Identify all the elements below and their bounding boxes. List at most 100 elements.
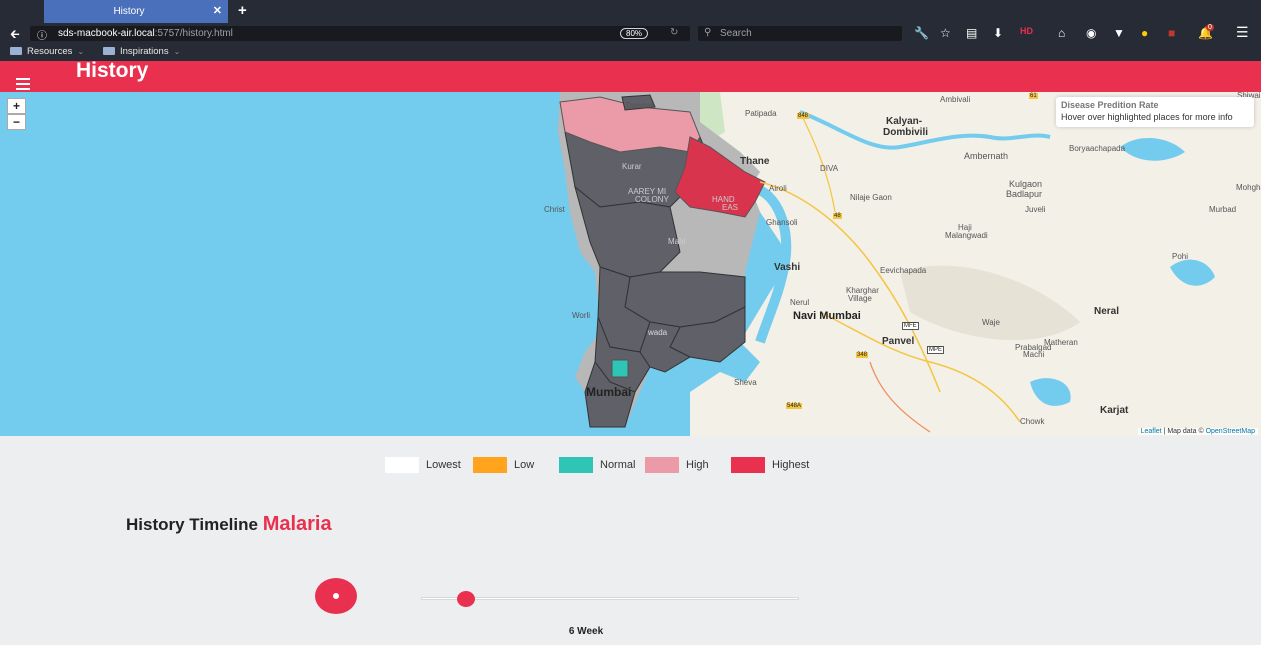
reload-icon[interactable]: ↻ (670, 27, 678, 38)
map-label-murbad: Murbad (1209, 205, 1237, 214)
tab-close-icon[interactable]: ✕ (213, 4, 222, 17)
timeline-title-text: History Timeline (126, 515, 258, 534)
map-label-waje: Waje (982, 318, 1000, 327)
osm-link[interactable]: OpenStreetMap (1206, 428, 1255, 435)
map-label-ghansoli: Ghansoli (766, 218, 798, 227)
map-label-chowk: Chowk (1020, 417, 1045, 426)
legend-item-low: Low (473, 457, 534, 473)
timeline-disease-name: Malaria (262, 513, 332, 535)
map-label-airoli: Airoli (769, 184, 787, 193)
legend-label: High (686, 459, 709, 471)
road-badge-48: 48 (833, 213, 842, 219)
home-icon[interactable]: ⌂ (1058, 26, 1065, 40)
ublock-icon[interactable]: ■ (1168, 26, 1175, 40)
bookmark-folder-resources[interactable]: Resources ⌄ (10, 46, 84, 57)
map-label-diva: DIVA (820, 164, 839, 173)
star-icon[interactable]: ☆ (940, 26, 951, 40)
folder-icon (103, 47, 115, 55)
map-label-kurar: Kurar (622, 162, 642, 171)
download-icon[interactable]: ⬇ (993, 26, 1003, 40)
tab-title: History (113, 6, 145, 17)
map-label-dahisar: Dahisar (626, 101, 654, 110)
timeline-play-button[interactable] (315, 578, 357, 614)
search-placeholder: Search (720, 28, 752, 39)
map-label-mahul: Mahl (668, 237, 686, 246)
pocket-icon[interactable]: ▼ (1113, 26, 1125, 40)
info-box-hint: Hover over highlighted places for more i… (1061, 112, 1233, 122)
map-label-juveli: Juveli (1025, 205, 1046, 214)
browser-menu-icon[interactable]: ☰ (1236, 24, 1249, 41)
road-badge-mpe: MPE (927, 346, 945, 354)
road-badge-548a: 548A (786, 403, 803, 409)
browser-tab-bar: History ✕ + (0, 0, 1261, 23)
map-attribution: Leaflet | Map data © OpenStreetMap (1137, 428, 1258, 435)
reader-icon[interactable]: ▤ (966, 26, 977, 40)
map-label-christ: Christ (544, 205, 565, 214)
zoom-level-indicator[interactable]: 80% (620, 28, 649, 39)
map-label-wadala: wada (648, 328, 668, 337)
map-label-neral: Neral (1094, 306, 1120, 317)
road-badge-848: 848 (797, 113, 810, 119)
browser-tab[interactable]: History ✕ (44, 0, 228, 23)
timeline-slider-thumb[interactable] (457, 591, 476, 607)
map-label-panvel: Panvel (882, 336, 915, 347)
map-label-kalyan: Kalyan- (886, 116, 923, 127)
map-label-ambernath: Ambernath (964, 151, 1009, 161)
timeline-title: History Timeline Malaria (126, 513, 332, 536)
wrench-icon[interactable]: 🔧 (914, 26, 929, 40)
settings-globe-icon[interactable]: ◉ (1086, 26, 1096, 40)
map-label-matheran: Matheran (1044, 338, 1078, 347)
search-bar[interactable]: ⚲ Search (698, 26, 902, 41)
map-label-mohgha: Mohgha (1236, 183, 1261, 192)
map-label-badlapur: Badlapur (1006, 189, 1043, 199)
timeline-week-label: 6 Week (568, 626, 604, 637)
map-label-mumbai: Mumbai (586, 385, 632, 399)
road-badge-348: 348 (856, 352, 869, 358)
url-host: sds-macbook-air.local (58, 28, 155, 39)
chevron-down-icon: ⌄ (77, 47, 85, 56)
legend-item-lowest: Lowest (385, 457, 461, 473)
attribution-text: | Map data © (1161, 428, 1206, 435)
map-label-machi: Machi (1023, 350, 1045, 359)
map-zoom-out-button[interactable]: − (7, 114, 26, 130)
bookmark-folder-inspirations[interactable]: Inspirations ⌄ (103, 46, 180, 57)
map-label-east: EAS (722, 203, 739, 212)
map-zoom-in-button[interactable]: + (7, 98, 26, 114)
region-normal (611, 359, 629, 378)
legend-swatch (559, 457, 593, 473)
legend-swatch (473, 457, 507, 473)
map-label-malangwadi: Malangwadi (945, 231, 988, 240)
url-bar[interactable]: ⓘ sds-macbook-air.local:5757/history.htm… (30, 26, 690, 42)
map-info-box: Disease Predition Rate Hover over highli… (1056, 97, 1254, 127)
new-tab-button[interactable]: + (238, 2, 247, 19)
leaflet-link[interactable]: Leaflet (1141, 428, 1162, 435)
legend-swatch (645, 457, 679, 473)
folder-icon (10, 47, 22, 55)
map-label-colony: COLONY (635, 195, 669, 204)
site-info-icon[interactable]: ⓘ (37, 27, 47, 42)
hd-extension-icon[interactable]: HD (1020, 26, 1033, 36)
map-label-kulgaon: Kulgaon (1009, 179, 1043, 189)
info-box-title: Disease Predition Rate (1061, 100, 1159, 110)
app-header (0, 61, 1261, 92)
map-label-eevichapada: Eevichapada (880, 266, 927, 275)
map-label-thane: Thane (740, 156, 770, 167)
map-label-vashi: Vashi (774, 262, 801, 273)
map-label-boryaachapada: Boryaachapada (1069, 144, 1126, 153)
play-dot-icon (333, 593, 339, 599)
legend-item-highest: Highest (731, 457, 809, 473)
notification-badge: 0 (1206, 24, 1214, 31)
road-badge-mfe: MFE (902, 322, 919, 330)
map-label-patipada: Patipada (745, 109, 777, 118)
legend-item-normal: Normal (559, 457, 635, 473)
hamburger-menu-icon[interactable] (16, 78, 30, 93)
search-icon: ⚲ (704, 27, 712, 38)
legend-swatch (731, 457, 765, 473)
map-label-navi-mumbai: Navi Mumbai (793, 310, 861, 322)
color-extension-icon[interactable]: ● (1141, 26, 1148, 40)
browser-nav-bar: 🡰 ⓘ sds-macbook-air.local:5757/history.h… (0, 23, 1261, 43)
map-label-worli: Worli (572, 311, 591, 320)
timeline-slider-track[interactable] (421, 597, 799, 600)
disease-map[interactable]: Dahisar Patipada Ambivali Shiwai Kalyan-… (0, 92, 1261, 436)
map-label-ambivali: Ambivali (940, 95, 971, 104)
